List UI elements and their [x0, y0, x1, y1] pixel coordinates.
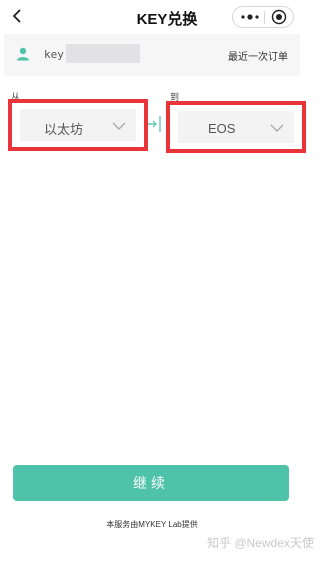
arrow-right-icon	[148, 116, 161, 132]
to-select-field[interactable]: EOS	[178, 111, 294, 143]
from-chain-select[interactable]: 以太坊	[8, 99, 148, 151]
chevron-down-icon	[270, 124, 284, 132]
provider-text: 本服务由MYKEY Lab提供	[106, 520, 198, 529]
nav-header: KEY兑换	[0, 0, 334, 34]
more-dots-icon[interactable]	[239, 11, 261, 23]
from-select-field[interactable]: 以太坊	[20, 109, 136, 141]
recent-order-link[interactable]: 最近一次订单	[228, 48, 288, 63]
account-masked-value	[66, 44, 140, 63]
to-chain-select[interactable]: EOS	[166, 101, 306, 153]
target-icon[interactable]	[271, 9, 287, 25]
account-row: key 最近一次订单	[4, 34, 300, 76]
to-select-value: EOS	[208, 121, 236, 136]
capsule-divider	[264, 11, 265, 24]
user-icon	[17, 47, 29, 61]
mini-program-capsule	[232, 6, 294, 28]
account-key-prefix: key	[44, 48, 64, 61]
chevron-down-icon	[112, 122, 126, 130]
watermark-text: 知乎 @Newdex天使	[207, 536, 314, 550]
continue-button[interactable]: 继续	[13, 465, 289, 501]
from-select-value: 以太坊	[44, 122, 84, 137]
